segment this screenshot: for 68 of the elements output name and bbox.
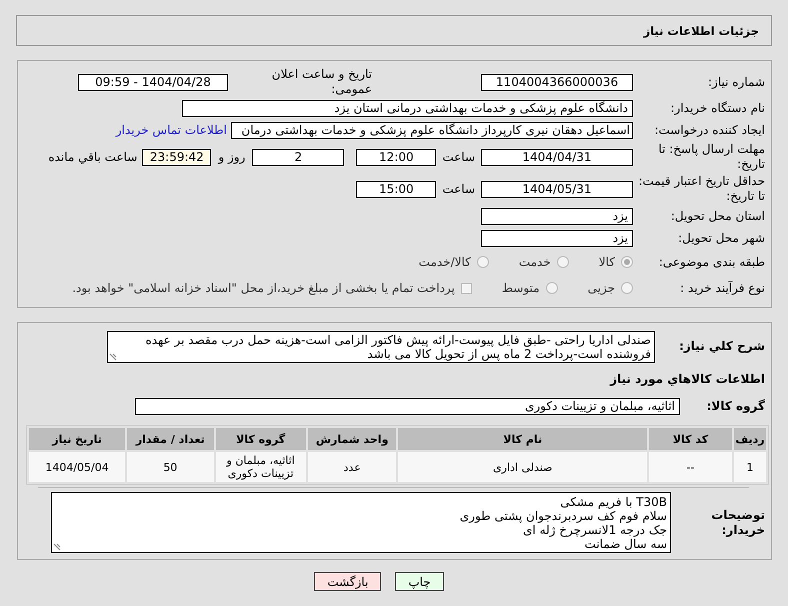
print-button[interactable]: چاپ xyxy=(395,572,444,591)
note-line: سه سال ضمانت xyxy=(584,537,667,551)
field-label: مهلت ارسال پاسخ: تا تاریخ: xyxy=(657,142,766,172)
radio-button[interactable] xyxy=(546,282,558,294)
validity-time-field: 15:00 xyxy=(356,180,436,198)
description-text: صندلی اداریا راحتی -طبق فایل پیوست-ارائه پیش فاکتور الزامی است-هزینه حمل درب مقصد بر عهده فروشنده است-پرداخت 2 ماه پس از تحویل کالا می باشد xyxy=(145,333,651,361)
radio-button[interactable] xyxy=(556,256,569,268)
days-field: 2 xyxy=(252,148,344,166)
note-line: جک درجه 1لانسرچرخ ژله ای xyxy=(523,523,667,537)
announce-date-field: 1404/04/28 - 09:59 xyxy=(78,74,228,90)
field-label: شماره نیاز: xyxy=(707,74,766,90)
need-number-field: 1104004366000036 xyxy=(481,74,633,90)
field-label: طبقه بندی موضوعی: xyxy=(658,254,766,270)
field-label: توضیحات خریدار: xyxy=(710,508,766,538)
field-label: ایجاد کننده درخواست: xyxy=(653,122,766,138)
deadline-time-field: 12:00 xyxy=(356,148,436,166)
column-header: تاریخ نیاز xyxy=(29,428,126,450)
field-label: شرح کلي نیاز: xyxy=(678,338,766,354)
creator-field: اسماعیل دهقان نیری کارپرداز دانشگاه علوم پزشکی و خدمات بهداشتی درمان xyxy=(231,122,633,138)
field-label: حداقل تاریخ اعتبار قیمت: تا تاریخ: xyxy=(637,174,766,204)
province-field: یزد xyxy=(481,208,633,224)
buyer-org-field: دانشگاه علوم پزشکی و خدمات بهداشتی درمانی استان یزد xyxy=(182,100,633,116)
field-label: نام دستگاه خریدار: xyxy=(670,100,766,116)
radio-button[interactable] xyxy=(476,256,489,268)
field-label: نوع فرآیند خرید : xyxy=(679,280,766,296)
section-heading: اطلاعات کالاهاي مورد نیاز xyxy=(610,372,766,386)
resize-grip-icon[interactable] xyxy=(109,353,117,361)
checkbox[interactable] xyxy=(460,282,472,294)
column-header: تعداد / مقدار xyxy=(127,428,214,450)
radio-label: جزیی xyxy=(588,281,615,295)
goods-group-field: اثاثیه، مبلمان و تزیینات دکوری xyxy=(135,398,680,414)
table-cell: -- xyxy=(648,452,732,482)
radio-label: خدمت xyxy=(518,255,551,269)
city-field: یزد xyxy=(481,230,633,246)
field-label: شهر محل تحویل: xyxy=(677,230,766,246)
table-cell: 50 xyxy=(127,452,214,482)
days-label: روز و xyxy=(218,150,246,164)
table-cell: اثاثیه، مبلمان و تزیینات دکوری xyxy=(216,452,306,482)
note-line: T30B با فریم مشکی xyxy=(560,495,667,509)
checkbox-label: پرداخت تمام یا بخشی از مبلغ خرید،از محل "اسناد خزانه اسلامی" خواهد بود. xyxy=(72,281,455,295)
table-cell: صندلی اداری xyxy=(398,452,647,482)
column-header: ردیف xyxy=(734,428,766,450)
time-label: ساعت xyxy=(442,182,475,196)
column-header: واحد شمارش xyxy=(308,428,396,450)
page-header: جزئیات اطلاعات نیاز xyxy=(16,15,772,46)
time-label: ساعت xyxy=(442,150,475,164)
validity-date-field: 1404/05/31 xyxy=(481,180,633,198)
table-cell: 1404/05/04 xyxy=(29,452,126,482)
remaining-time-field: 23:59:42 xyxy=(142,148,212,166)
field-label: استان محل تحویل: xyxy=(670,208,766,224)
remaining-label: ساعت باقي مانده xyxy=(48,150,138,164)
field-label: گروه کالا: xyxy=(706,398,766,414)
column-header: کد کالا xyxy=(648,428,732,450)
column-header: نام کالا xyxy=(398,428,647,450)
note-line: سلام فوم کف سردبرندجوان پشتی طوری xyxy=(460,509,667,523)
radio-button[interactable] xyxy=(621,282,633,294)
resize-grip-icon[interactable] xyxy=(53,543,61,551)
radio-label: کالا/خدمت xyxy=(418,255,471,269)
field-label: تاریخ و ساعت اعلان عمومی: xyxy=(270,67,373,97)
radio-label: کالا xyxy=(598,255,615,269)
back-button[interactable]: بازگشت xyxy=(314,572,382,591)
buyer-contact-link[interactable]: اطلاعات تماس خریدار xyxy=(116,123,227,137)
table-cell: 1 xyxy=(734,452,766,482)
deadline-date-field: 1404/04/31 xyxy=(481,148,633,166)
radio-label: متوسط xyxy=(502,281,540,295)
column-header: گروه کالا xyxy=(216,428,306,450)
table-cell: عدد xyxy=(308,452,396,482)
radio-button[interactable] xyxy=(621,256,633,268)
